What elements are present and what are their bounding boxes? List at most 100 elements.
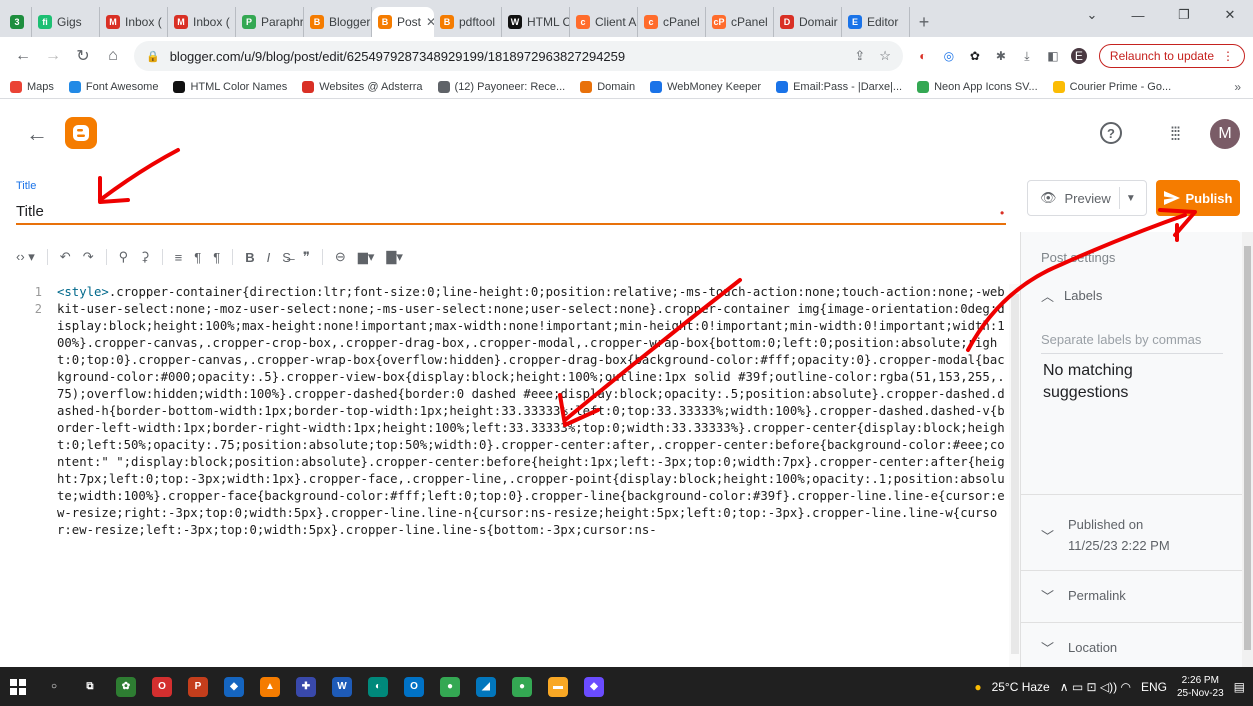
new-tab-button[interactable]: + bbox=[910, 7, 938, 37]
tray-icons[interactable]: ∧ ▭ ⊡ ◁)) ◠ bbox=[1060, 680, 1131, 694]
bold-icon[interactable]: B bbox=[245, 250, 254, 265]
account-avatar[interactable]: M bbox=[1210, 119, 1240, 149]
browser-tab[interactable]: c cPanel bbox=[638, 7, 706, 37]
redo-icon[interactable]: ↷ bbox=[83, 249, 94, 265]
chevron-down-icon[interactable]: ⌄ bbox=[1069, 0, 1115, 30]
bookmark-item[interactable]: Courier Prime - Go... bbox=[1052, 80, 1171, 93]
taskbar-app-button[interactable]: O bbox=[396, 667, 432, 706]
back-button[interactable]: ← bbox=[8, 41, 38, 71]
browser-tab[interactable]: B Post ✕ bbox=[372, 7, 434, 37]
browser-tab[interactable]: fi Gigs bbox=[32, 7, 100, 37]
browser-tab[interactable]: cP cPanel bbox=[706, 7, 774, 37]
bookmark-item[interactable]: Email:Pass - |Darxe|... bbox=[776, 80, 902, 93]
download-icon[interactable]: ⤓ bbox=[1019, 48, 1035, 64]
link-icon[interactable]: ⊖ bbox=[335, 249, 346, 265]
taskbar-app-button[interactable]: ✚ bbox=[288, 667, 324, 706]
html-code-editor[interactable]: 12 <style>.cropper-container{direction:l… bbox=[0, 284, 1020, 667]
browser-tab[interactable]: D Domair bbox=[774, 7, 842, 37]
image-icon[interactable]: ▆▾ bbox=[358, 249, 375, 265]
code-content[interactable]: <style>.cropper-container{direction:ltr;… bbox=[57, 284, 1012, 539]
strikethrough-icon[interactable]: S̶ bbox=[282, 250, 291, 265]
browser-tab[interactable]: B Blogger bbox=[304, 7, 372, 37]
taskbar-app-button[interactable]: ▲ bbox=[252, 667, 288, 706]
blogger-logo[interactable] bbox=[65, 117, 97, 149]
bookmark-item[interactable]: Maps bbox=[10, 80, 54, 93]
windows-start-button[interactable] bbox=[0, 667, 36, 706]
bookmark-item[interactable]: WebMoney Keeper bbox=[650, 80, 761, 93]
language-indicator[interactable]: ENG bbox=[1141, 680, 1167, 694]
taskbar-app-button[interactable]: ◢ bbox=[468, 667, 504, 706]
help-icon[interactable]: ? bbox=[1100, 122, 1122, 144]
reload-button[interactable]: ↻ bbox=[68, 41, 98, 71]
find-replace-icon[interactable]: ⚳ bbox=[140, 249, 150, 265]
extension-icon[interactable]: ◐ bbox=[915, 48, 931, 64]
paragraph-rtl-icon[interactable]: ¶ bbox=[213, 250, 220, 265]
taskbar-app-button[interactable]: P bbox=[180, 667, 216, 706]
bookmark-item[interactable]: Websites @ Adsterra bbox=[302, 80, 423, 93]
maximize-button[interactable]: ❐ bbox=[1161, 0, 1207, 30]
taskbar-app-button[interactable]: ◆ bbox=[216, 667, 252, 706]
preview-button[interactable]: 👁 Preview ▼ bbox=[1027, 180, 1147, 216]
taskbar-app-button[interactable]: ⧉ bbox=[72, 667, 108, 706]
extension-icon[interactable]: ◎ bbox=[941, 48, 957, 64]
taskbar-app-button[interactable]: ✿ bbox=[108, 667, 144, 706]
star-icon[interactable]: ☆ bbox=[879, 48, 891, 64]
browser-tab[interactable]: M Inbox ( bbox=[168, 7, 236, 37]
bookmark-item[interactable]: Neon App Icons SV... bbox=[917, 80, 1038, 93]
taskbar-app-button[interactable]: ◆ bbox=[576, 667, 612, 706]
address-bar[interactable]: 🔒 blogger.com/u/9/blog/post/edit/6254979… bbox=[134, 41, 903, 71]
clock[interactable]: 2:26 PM 25-Nov-23 bbox=[1177, 674, 1224, 700]
apps-grid-icon[interactable]: ⁞⁞⁞ bbox=[1170, 124, 1181, 145]
bookmark-item[interactable]: (12) Payoneer: Rece... bbox=[437, 80, 565, 93]
labels-input[interactable]: Separate labels by commas bbox=[1041, 332, 1223, 354]
title-input[interactable] bbox=[16, 199, 1006, 225]
html-view-toggle[interactable]: ‹› ▾ bbox=[16, 249, 35, 265]
published-on-section[interactable]: ﹀ Published on 11/25/23 2:22 PM bbox=[1041, 514, 1170, 556]
taskbar-app-button[interactable]: ● bbox=[504, 667, 540, 706]
browser-tab[interactable]: 3 bbox=[4, 7, 32, 37]
bookmark-item[interactable]: HTML Color Names bbox=[173, 80, 287, 93]
back-arrow-icon[interactable]: ← bbox=[26, 121, 48, 147]
taskbar-app-button[interactable]: O bbox=[144, 667, 180, 706]
paragraph-icon[interactable]: ¶ bbox=[194, 250, 201, 265]
publish-button[interactable]: Publish bbox=[1156, 180, 1240, 216]
browser-tab[interactable]: E Editor bbox=[842, 7, 910, 37]
permalink-section[interactable]: ﹀ Permalink bbox=[1041, 586, 1126, 605]
format-icon[interactable]: ≡ bbox=[175, 250, 183, 265]
browser-tab[interactable]: P Paraphr bbox=[236, 7, 304, 37]
italic-icon[interactable]: I bbox=[267, 250, 271, 265]
browser-tab[interactable]: M Inbox ( bbox=[100, 7, 168, 37]
bookmark-item[interactable]: Domain bbox=[580, 80, 635, 93]
share-icon[interactable]: ⇪ bbox=[854, 48, 865, 64]
taskbar-app-button[interactable]: ○ bbox=[36, 667, 72, 706]
browser-tab[interactable]: W HTML C bbox=[502, 7, 570, 37]
notification-icon[interactable]: ▤ bbox=[1234, 680, 1245, 694]
dropdown-arrow-icon[interactable]: ▼ bbox=[1120, 193, 1142, 204]
browser-tab[interactable]: Bpdftool bbox=[434, 7, 502, 37]
editor-scrollbar[interactable] bbox=[1009, 284, 1020, 667]
minimize-button[interactable]: — bbox=[1115, 0, 1161, 30]
bookmark-item[interactable]: Font Awesome bbox=[68, 80, 158, 93]
taskbar-app-button[interactable]: ◐ bbox=[360, 667, 396, 706]
search-icon[interactable]: ⚲ bbox=[119, 249, 129, 265]
weather-text[interactable]: 25°C Haze bbox=[992, 680, 1050, 694]
more-bookmarks-icon[interactable]: » bbox=[1234, 80, 1241, 94]
profile-avatar[interactable]: E bbox=[1070, 48, 1087, 64]
close-window-button[interactable]: ✕ bbox=[1207, 0, 1253, 30]
taskbar-app-button[interactable]: W bbox=[324, 667, 360, 706]
side-panel-icon[interactable]: ◧ bbox=[1045, 48, 1061, 64]
puzzle-icon[interactable]: ✱ bbox=[993, 48, 1009, 64]
labels-section-toggle[interactable]: ︿ Labels bbox=[1041, 286, 1102, 305]
scrollbar-thumb[interactable] bbox=[1011, 294, 1019, 654]
weather-icon[interactable]: ● bbox=[974, 680, 981, 694]
quote-icon[interactable]: ❞ bbox=[303, 249, 310, 265]
video-icon[interactable]: ▇▾ bbox=[386, 249, 403, 265]
taskbar-app-button[interactable]: ● bbox=[432, 667, 468, 706]
browser-tab[interactable]: c Client A bbox=[570, 7, 638, 37]
extension-icon[interactable]: ✿ bbox=[967, 48, 983, 64]
tab-close-icon[interactable]: ✕ bbox=[426, 15, 434, 29]
forward-button[interactable]: → bbox=[38, 41, 68, 71]
scrollbar-thumb[interactable] bbox=[1244, 246, 1251, 650]
location-section[interactable]: ﹀ Location bbox=[1041, 638, 1117, 657]
relaunch-button[interactable]: Relaunch to update ⋮ bbox=[1098, 44, 1245, 68]
